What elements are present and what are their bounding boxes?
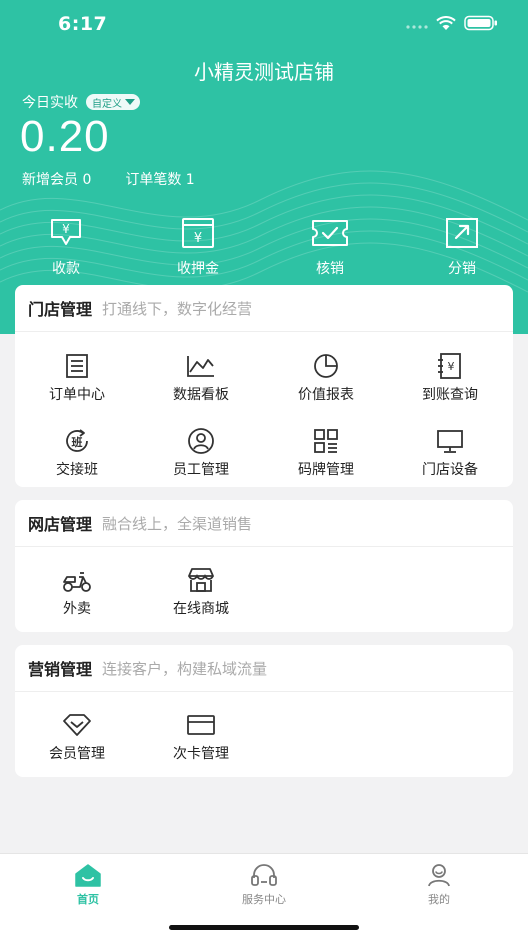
online-store-card: 网店管理 融合线上，全渠道销售 外卖 在线商城 — [15, 500, 513, 632]
caret-down-icon — [125, 99, 135, 105]
deposit-icon: ¥ — [182, 218, 214, 248]
shop-icon — [188, 568, 214, 592]
tab-mine[interactable]: 我的 — [389, 862, 489, 907]
status-icons — [406, 15, 498, 31]
card-header: 门店管理 打通线下，数字化经营 — [15, 285, 513, 332]
line-chart-icon — [187, 356, 214, 377]
card-subtitle: 融合线上，全渠道销售 — [102, 514, 253, 533]
status-time: 6:17 — [58, 13, 108, 35]
header-banner: 6:17 小精灵测试店铺 今日实收 自定义 0.20 新增会员 0 订单笔数 1… — [0, 0, 528, 334]
tab-service-center[interactable]: 服务中心 — [214, 862, 314, 907]
today-income-row: 今日实收 自定义 — [22, 92, 140, 112]
receive-payment-icon: ¥ — [51, 219, 81, 245]
grid-item-label: 会员管理 — [49, 746, 105, 762]
card-icon — [187, 715, 215, 735]
grid-item-label: 员工管理 — [173, 462, 229, 478]
new-members-stat: 新增会员 0 — [22, 172, 92, 188]
grid-item-data-board[interactable]: 数据看板 — [139, 352, 263, 404]
grid-item-shift-handover[interactable]: 班 交接班 — [15, 427, 139, 479]
ledger-icon: ¥ — [438, 353, 461, 379]
diamond-icon — [63, 714, 91, 736]
card-header: 营销管理 连接客户，构建私域流量 — [15, 645, 513, 692]
custom-date-button[interactable]: 自定义 — [86, 94, 140, 110]
grid-item-label: 价值报表 — [298, 387, 354, 403]
grid-item-label: 外卖 — [63, 601, 91, 617]
order-count-stat: 订单笔数 1 — [125, 172, 195, 188]
income-amount: 0.20 — [20, 112, 110, 161]
grid-item-store-devices[interactable]: 门店设备 — [388, 427, 512, 479]
quick-action-deposit[interactable]: ¥ 收押金 — [148, 216, 248, 278]
user-icon — [428, 864, 450, 887]
tab-label: 服务中心 — [242, 893, 286, 906]
qr-code-icon — [314, 429, 338, 453]
grid-item-label: 交接班 — [56, 462, 98, 478]
quick-action-receive[interactable]: ¥ 收款 — [16, 216, 116, 278]
home-icon — [75, 864, 101, 887]
card-subtitle: 连接客户，构建私域流量 — [102, 659, 268, 678]
home-indicator — [169, 925, 359, 930]
store-management-card: 门店管理 打通线下，数字化经营 订单中心 数据看板 价值报表 ¥ 到账查询 班 … — [15, 285, 513, 487]
quick-actions: ¥ 收款 ¥ 收押金 核销 分销 — [0, 216, 528, 280]
store-name: 小精灵测试店铺 — [194, 60, 334, 84]
signal-icon — [406, 25, 428, 29]
shift-icon: 班 — [66, 429, 88, 452]
grid-item-staff-management[interactable]: 员工管理 — [139, 427, 263, 479]
monitor-icon — [437, 430, 463, 453]
marketing-card: 营销管理 连接客户，构建私域流量 会员管理 次卡管理 — [15, 645, 513, 777]
headset-icon — [251, 864, 277, 886]
tab-home[interactable]: 首页 — [38, 862, 138, 907]
grid-item-label: 次卡管理 — [173, 746, 229, 762]
grid-item-label: 在线商城 — [173, 601, 229, 617]
svg-text:班: 班 — [72, 435, 83, 449]
card-title: 营销管理 — [28, 660, 93, 679]
grid-item-punch-card[interactable]: 次卡管理 — [139, 711, 263, 763]
card-header: 网店管理 融合线上，全渠道销售 — [15, 500, 513, 547]
grid-item-arrival-query[interactable]: ¥ 到账查询 — [388, 352, 512, 404]
svg-text:¥: ¥ — [62, 222, 70, 236]
grid-item-qr-management[interactable]: 码牌管理 — [264, 427, 388, 479]
grid-item-online-mall[interactable]: 在线商城 — [139, 566, 263, 618]
grid-item-label: 数据看板 — [173, 387, 229, 403]
staff-icon — [188, 428, 214, 454]
grid-item-member-management[interactable]: 会员管理 — [15, 711, 139, 763]
card-subtitle: 打通线下，数字化经营 — [102, 299, 253, 318]
status-bar: 6:17 — [0, 0, 528, 48]
bottom-tab-bar: 首页 服务中心 我的 — [0, 853, 528, 938]
quick-action-label: 收款 — [52, 261, 80, 277]
scooter-icon — [63, 572, 91, 592]
grid-item-value-report[interactable]: 价值报表 — [264, 352, 388, 404]
tab-label: 首页 — [77, 893, 99, 906]
grid-item-label: 门店设备 — [422, 462, 478, 478]
today-income-label: 今日实收 — [22, 95, 78, 111]
quick-action-verify[interactable]: 核销 — [280, 216, 380, 278]
pie-chart-icon — [314, 354, 338, 378]
wifi-icon — [436, 15, 456, 30]
verify-ticket-icon — [312, 220, 348, 246]
battery-icon — [464, 15, 497, 31]
quick-action-label: 收押金 — [177, 261, 219, 277]
distribution-icon — [446, 218, 478, 248]
grid-item-takeaway[interactable]: 外卖 — [15, 566, 139, 618]
grid-item-label: 码牌管理 — [298, 462, 354, 478]
grid-item-order-center[interactable]: 订单中心 — [15, 352, 139, 404]
stats-row: 新增会员 0 订单笔数 1 — [22, 169, 195, 189]
card-title: 门店管理 — [28, 300, 93, 319]
grid-item-label: 订单中心 — [49, 387, 105, 403]
grid-item-label: 到账查询 — [422, 387, 478, 403]
card-title: 网店管理 — [28, 515, 93, 534]
quick-action-label: 分销 — [448, 261, 476, 277]
tab-label: 我的 — [428, 893, 450, 906]
svg-text:¥: ¥ — [448, 360, 455, 373]
quick-action-label: 核销 — [316, 261, 344, 277]
order-list-icon — [66, 354, 88, 378]
custom-date-label: 自定义 — [92, 98, 122, 110]
quick-action-distribute[interactable]: 分销 — [412, 216, 512, 278]
svg-text:¥: ¥ — [194, 231, 202, 246]
